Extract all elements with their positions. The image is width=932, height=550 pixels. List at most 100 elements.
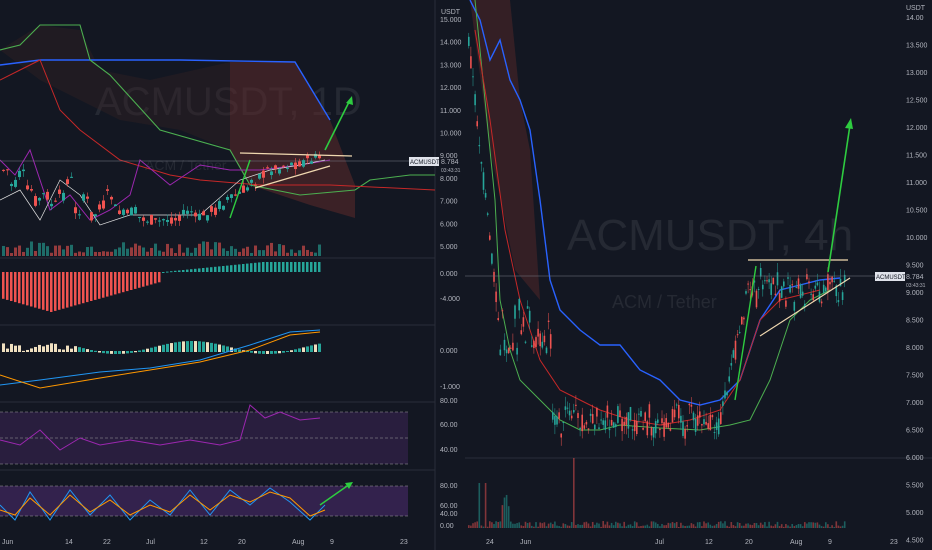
right-price-tick: 13.500 (906, 43, 928, 50)
left-candle-body (126, 209, 129, 214)
left-candle-body (70, 176, 73, 178)
right-candle-body (568, 410, 571, 416)
left-macd-bar (14, 272, 17, 303)
left-candle-body (246, 187, 249, 191)
left-volume-bar (38, 242, 41, 256)
right-volume-bar (482, 526, 485, 528)
right-candle-body (831, 276, 833, 283)
right-candle-body (770, 283, 772, 295)
left-macd-bar (250, 263, 253, 272)
right-volume-bar (570, 522, 573, 528)
left-osc-bar (254, 351, 257, 354)
right-volume-bar (827, 524, 829, 528)
left-candle-body (86, 196, 89, 199)
left-osc-bar (294, 349, 297, 352)
left-volume-bar (270, 242, 273, 256)
right-candle-body (762, 284, 764, 290)
right-candle-body (837, 300, 840, 303)
left-candle-body (62, 192, 65, 201)
left-osc-bar (154, 346, 157, 352)
right-volume-bar (564, 524, 567, 528)
right-candle-body (774, 293, 777, 296)
right-price-tick: 12.000 (906, 125, 928, 132)
right-price-tick: 11.500 (906, 153, 927, 160)
left-candle-body (6, 169, 9, 171)
left-candle-body (226, 197, 229, 200)
right-volume-bar (835, 521, 838, 528)
right-volume-bar (591, 521, 594, 528)
right-volume-bar (787, 525, 789, 528)
right-candle-body (795, 286, 798, 288)
left-osc-bar (50, 343, 53, 352)
left-osc-bar (6, 348, 9, 352)
right-volume-bar (623, 521, 625, 528)
right-candle-body (652, 427, 655, 438)
left-macd-bar (122, 272, 125, 293)
right-volume-bar (560, 526, 562, 528)
right-volume-bar (745, 523, 747, 528)
right-volume-bar (789, 526, 791, 528)
left-osc-bar (186, 341, 189, 352)
right-candle-body (755, 290, 758, 308)
right-watermark-symbol: ACMUSDT, 4h (567, 211, 853, 260)
right-volume-bar (682, 525, 684, 528)
right-candle-body (594, 424, 596, 430)
right-candle-body (518, 298, 520, 311)
right-volume-bar (520, 525, 523, 528)
right-volume-bar (589, 526, 592, 528)
left-candle-body (18, 170, 21, 178)
right-volume-bar (547, 523, 550, 528)
left-macd-bar (178, 270, 181, 272)
right-volume-bar (799, 524, 802, 528)
right-volume-bar (596, 522, 598, 528)
right-volume-bar (776, 521, 779, 528)
right-candle-body (648, 404, 651, 418)
left-time-tick: Aug (292, 539, 305, 546)
right-candle-body (531, 345, 533, 347)
left-osc-bar (58, 349, 61, 352)
right-volume-bar (514, 523, 516, 528)
right-volume-bar (768, 521, 770, 528)
left-macd-bar (162, 272, 165, 273)
right-candle-body (600, 419, 602, 421)
right-candle-body (537, 328, 539, 337)
right-candle-body (526, 306, 529, 309)
right-time-tick: Jul (655, 539, 664, 546)
left-candle-body (174, 217, 177, 221)
right-volume-bar (503, 497, 506, 528)
right-volume-bar (585, 521, 588, 528)
right-volume-bar (472, 523, 474, 528)
right-volume-bar (610, 522, 613, 528)
right-volume-bar (522, 526, 525, 528)
right-volume-bar (606, 521, 609, 528)
right-volume-bar (770, 525, 772, 528)
left-volume-bar (150, 247, 153, 256)
right-candle-body (480, 161, 483, 164)
left-osc-bar (138, 350, 141, 352)
left-volume-bar (182, 252, 185, 256)
right-candle-body (636, 420, 638, 435)
right-candle-body (825, 287, 827, 292)
right-volume-bar (774, 524, 777, 528)
right-candle-body (497, 318, 499, 321)
left-macd-bar (198, 268, 201, 272)
left-volume-bar (46, 246, 49, 256)
right-price-tick: 14.00 (906, 15, 924, 22)
left-macd-bar (226, 265, 229, 272)
right-candle-body (684, 429, 686, 439)
right-time-tick: Jun (520, 539, 531, 546)
left-macd-bar (158, 272, 161, 283)
right-candle-body (591, 414, 594, 424)
right-price-tick: 11.000 (906, 180, 927, 187)
right-volume-bar (654, 522, 657, 528)
left-osc-bar (302, 347, 305, 352)
left-candle-body (146, 221, 149, 223)
right-candle-body (699, 411, 701, 418)
left-price-tag: 8.784 (441, 159, 459, 166)
right-candle-body (476, 121, 478, 127)
left-indicator-tick: 0.000 (440, 271, 458, 278)
right-candle-body (617, 406, 619, 423)
left-macd-bar (182, 270, 185, 272)
right-volume-bar (644, 525, 646, 528)
right-volume-bar (837, 525, 840, 528)
